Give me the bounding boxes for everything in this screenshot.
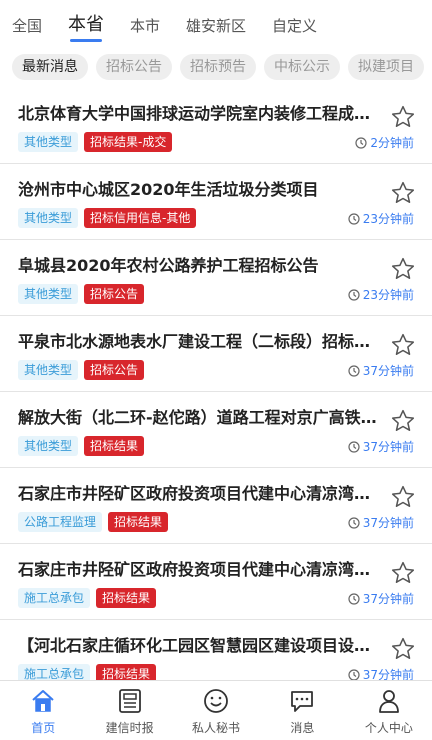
list-item[interactable]: 北京体育大学中国排球运动学院室内装修工程成交公告 其他类型 招标结果-成交 2分… [0, 88, 432, 164]
type-tag: 施工总承包 [18, 588, 91, 608]
nav-label: 消息 [290, 721, 315, 735]
list-item[interactable]: 解放大街（北二环-赵佗路）道路工程对京广高铁影响评估 其他类型 招标结果 37分… [0, 392, 432, 468]
time-text: 37分钟前 [362, 516, 414, 530]
status-tag: 招标结果 [84, 436, 145, 456]
type-tag: 施工总承包 [18, 664, 91, 680]
time-text: 37分钟前 [362, 668, 414, 680]
nav-home[interactable]: 首页 [0, 681, 86, 740]
item-title: 【河北石家庄循环化工园区智慧园区建设项目设计】 [18, 636, 384, 655]
clock-icon [348, 364, 360, 377]
tab-national[interactable]: 全国 [12, 15, 42, 44]
nav-label: 私人秘书 [192, 721, 241, 735]
status-tag: 招标结果 [108, 512, 169, 532]
tab-custom[interactable]: 自定义 [272, 15, 317, 44]
item-title: 北京体育大学中国排球运动学院室内装修工程成交公告 [18, 104, 384, 123]
type-tag: 其他类型 [18, 360, 79, 380]
news-list: 北京体育大学中国排球运动学院室内装修工程成交公告 其他类型 招标结果-成交 2分… [0, 88, 432, 680]
time-stamp: 23分钟前 [348, 210, 414, 227]
chat-icon [291, 691, 314, 712]
newspaper-icon [118, 689, 141, 713]
star-icon[interactable] [390, 104, 416, 130]
time-text: 37分钟前 [362, 364, 414, 378]
time-text: 37分钟前 [362, 440, 414, 454]
star-icon[interactable] [390, 180, 416, 206]
status-tag: 招标公告 [84, 284, 145, 304]
time-stamp: 37分钟前 [348, 514, 414, 531]
smile-icon [204, 689, 228, 713]
time-text: 2分钟前 [370, 136, 414, 150]
time-stamp: 37分钟前 [348, 590, 414, 607]
nav-label: 建信时报 [105, 721, 154, 735]
star-icon[interactable] [390, 256, 416, 282]
status-tag: 招标公告 [84, 360, 145, 380]
chip-bid-notice[interactable]: 招标公告 [96, 54, 172, 80]
nav-label: 个人中心 [364, 721, 413, 735]
item-title: 沧州市中心城区2020年生活垃圾分类项目 [18, 180, 319, 199]
list-item[interactable]: 平泉市北水源地表水厂建设工程（二标段）招标公告 其他类型 招标公告 37分钟前 [0, 316, 432, 392]
nav-news[interactable]: 建信时报 [86, 681, 172, 740]
item-title: 石家庄市井陉矿区政府投资项目代建中心清凉湾项目 [18, 484, 384, 503]
star-icon[interactable] [390, 484, 416, 510]
time-stamp: 37分钟前 [348, 362, 414, 379]
chip-planned-projects[interactable]: 拟建项目 [348, 54, 424, 80]
item-title: 解放大街（北二环-赵佗路）道路工程对京广高铁影响评估 [18, 408, 384, 427]
list-item[interactable]: 石家庄市井陉矿区政府投资项目代建中心清凉湾项目 公路工程监理 招标结果 37分钟… [0, 468, 432, 544]
status-tag: 招标结果 [96, 664, 157, 680]
nav-secretary[interactable]: 私人秘书 [173, 681, 259, 740]
bottom-nav: 首页 建信时报 私人秘书 消息 个人中心 [0, 680, 432, 740]
clock-icon [348, 288, 360, 301]
star-icon[interactable] [390, 636, 416, 662]
home-icon [32, 690, 54, 712]
time-text: 23分钟前 [362, 212, 414, 226]
time-stamp: 37分钟前 [348, 666, 414, 680]
category-chips: 最新消息 招标公告 招标预告 中标公示 拟建项目 [0, 54, 432, 80]
list-item[interactable]: 阜城县2020年农村公路养护工程招标公告 其他类型 招标公告 23分钟前 [0, 240, 432, 316]
chip-bid-preview[interactable]: 招标预告 [180, 54, 256, 80]
list-item[interactable]: 【河北石家庄循环化工园区智慧园区建设项目设计】 施工总承包 招标结果 37分钟前 [0, 620, 432, 680]
star-icon[interactable] [390, 408, 416, 434]
type-tag: 其他类型 [18, 284, 79, 304]
time-text: 23分钟前 [362, 288, 414, 302]
clock-icon [348, 516, 360, 529]
time-stamp: 37分钟前 [348, 438, 414, 455]
chip-award-notice[interactable]: 中标公示 [264, 54, 340, 80]
star-icon[interactable] [390, 332, 416, 358]
item-title: 石家庄市井陉矿区政府投资项目代建中心清凉湾项目 [18, 560, 384, 579]
region-tabs: 全国 本省 本市 雄安新区 自定义 [0, 0, 432, 44]
time-stamp: 23分钟前 [348, 286, 414, 303]
user-icon [378, 690, 399, 713]
list-item[interactable]: 沧州市中心城区2020年生活垃圾分类项目 其他类型 招标信用信息-其他 23分钟… [0, 164, 432, 240]
type-tag: 其他类型 [18, 132, 79, 152]
clock-icon [348, 440, 360, 453]
type-tag: 其他类型 [18, 208, 79, 228]
item-title: 阜城县2020年农村公路养护工程招标公告 [18, 256, 319, 275]
clock-icon [348, 212, 360, 225]
time-stamp: 2分钟前 [355, 134, 414, 151]
time-text: 37分钟前 [362, 592, 414, 606]
nav-profile[interactable]: 个人中心 [346, 681, 432, 740]
nav-label: 首页 [31, 721, 56, 735]
item-title: 平泉市北水源地表水厂建设工程（二标段）招标公告 [18, 332, 384, 351]
nav-messages[interactable]: 消息 [259, 681, 345, 740]
status-tag: 招标信用信息-其他 [84, 208, 197, 228]
clock-icon [348, 668, 360, 680]
clock-icon [355, 136, 367, 149]
type-tag: 公路工程监理 [18, 512, 103, 532]
chip-latest[interactable]: 最新消息 [12, 54, 88, 80]
tab-city[interactable]: 本市 [130, 15, 160, 44]
type-tag: 其他类型 [18, 436, 79, 456]
star-icon[interactable] [390, 560, 416, 586]
tab-province[interactable]: 本省 [68, 10, 104, 44]
status-tag: 招标结果 [96, 588, 157, 608]
list-item[interactable]: 石家庄市井陉矿区政府投资项目代建中心清凉湾项目 施工总承包 招标结果 37分钟前 [0, 544, 432, 620]
status-tag: 招标结果-成交 [84, 132, 173, 152]
clock-icon [348, 592, 360, 605]
tab-xiongan[interactable]: 雄安新区 [186, 15, 246, 44]
